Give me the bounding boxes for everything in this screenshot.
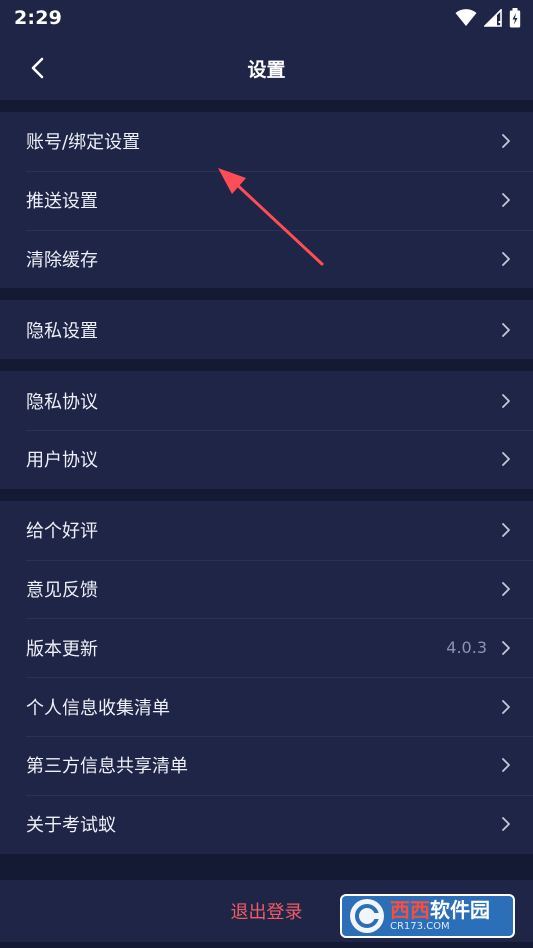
wifi-icon	[455, 9, 477, 26]
settings-row-account-binding[interactable]: 账号/绑定设置	[0, 112, 533, 171]
watermark-text: 西西软件园 CR173.COM	[390, 900, 490, 932]
battery-icon	[509, 8, 521, 28]
watermark-main-a: 西西	[390, 898, 430, 922]
chevron-right-icon	[499, 522, 513, 538]
settings-row-push[interactable]: 推送设置	[0, 170, 533, 230]
row-label: 个人信息收集清单	[26, 697, 170, 719]
settings-row-feedback[interactable]: 意见反馈	[0, 559, 533, 619]
settings-row-rate[interactable]: 给个好评	[0, 501, 533, 560]
status-time: 2:29	[14, 7, 63, 29]
settings-group-agreements: 隐私协议 用户协议	[0, 371, 533, 489]
row-label: 推送设置	[26, 191, 98, 213]
page-title: 设置	[247, 58, 286, 81]
row-label: 给个好评	[26, 521, 98, 543]
row-label: 账号/绑定设置	[26, 132, 141, 154]
chevron-right-icon	[499, 133, 513, 149]
settings-row-version-update[interactable]: 版本更新 4.0.3	[0, 618, 533, 677]
chevron-right-icon	[499, 451, 513, 467]
settings-row-about[interactable]: 关于考试蚁	[0, 794, 533, 854]
chevron-right-icon	[499, 251, 513, 267]
signal-icon	[484, 9, 502, 27]
chevron-right-icon	[499, 816, 513, 832]
chevron-right-icon	[499, 393, 513, 409]
chevron-right-icon	[499, 699, 513, 715]
watermark-main-b: 软件园	[430, 898, 490, 922]
chevron-right-icon	[499, 757, 513, 773]
row-label: 关于考试蚁	[26, 815, 116, 837]
settings-row-personal-info-list[interactable]: 个人信息收集清单	[0, 677, 533, 736]
chevron-right-icon	[499, 192, 513, 208]
status-icons	[455, 8, 521, 28]
row-label: 意见反馈	[26, 579, 98, 601]
app-bar: 设置	[0, 36, 533, 100]
chevron-right-icon	[499, 581, 513, 597]
settings-row-privacy-agreement[interactable]: 隐私协议	[0, 371, 533, 430]
row-label: 隐私设置	[26, 320, 98, 342]
row-label: 隐私协议	[26, 391, 98, 413]
back-button[interactable]	[22, 52, 52, 84]
watermark-globe-icon	[350, 899, 384, 933]
watermark-sub: CR173.COM	[390, 921, 450, 932]
chevron-left-icon	[31, 57, 44, 79]
row-label: 版本更新	[26, 638, 98, 660]
row-label: 第三方信息共享清单	[26, 756, 188, 778]
watermark-main: 西西软件园	[390, 900, 490, 920]
settings-row-user-agreement[interactable]: 用户协议	[0, 429, 533, 489]
settings-row-third-party-list[interactable]: 第三方信息共享清单	[0, 735, 533, 795]
row-label: 清除缓存	[26, 249, 98, 271]
chevron-right-icon	[499, 640, 513, 656]
settings-group-about: 给个好评 意见反馈 版本更新 4.0.3 个人信息收集清单 第三方信息共享清单 …	[0, 500, 533, 854]
row-label: 用户协议	[26, 450, 98, 472]
chevron-right-icon	[499, 322, 513, 338]
bottom-spacer	[0, 941, 533, 948]
watermark-logo: 西西软件园 CR173.COM	[340, 894, 515, 938]
settings-row-privacy-settings[interactable]: 隐私设置	[0, 300, 533, 359]
status-bar: 2:29	[0, 0, 533, 36]
settings-group-account: 账号/绑定设置 推送设置 清除缓存	[0, 112, 533, 289]
logout-label: 退出登录	[230, 901, 303, 923]
settings-group-privacy-settings: 隐私设置	[0, 300, 533, 360]
settings-row-clear-cache[interactable]: 清除缓存	[0, 229, 533, 289]
version-value: 4.0.3	[446, 638, 487, 658]
